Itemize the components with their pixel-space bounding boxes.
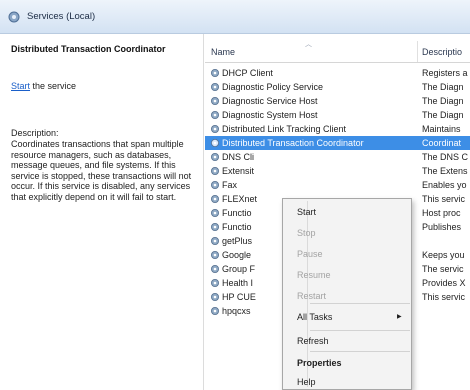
gear-icon [211, 69, 219, 77]
service-description: This servic [422, 194, 466, 204]
service-description: The Diagn [422, 110, 464, 120]
gear-icon [211, 111, 219, 119]
gear-icon [211, 223, 219, 231]
menu-item-properties[interactable]: Properties [297, 358, 342, 368]
service-row[interactable]: Distributed Transaction Coordinator Coord… [205, 136, 470, 150]
menu-item-all-tasks[interactable]: All Tasks [297, 312, 332, 322]
description-label: Description: [11, 128, 59, 138]
start-service-suffix: the service [30, 81, 77, 91]
service-row[interactable]: Extensit The Extens [205, 164, 470, 178]
service-description: Enables yo [422, 180, 467, 190]
gear-icon [211, 237, 219, 245]
gear-icon [211, 167, 219, 175]
service-name: FLEXnet [222, 194, 258, 204]
gear-icon [211, 293, 219, 301]
service-name: Diagnostic Service Host [222, 96, 318, 106]
window-titlebar: Services (Local) [0, 0, 470, 34]
service-name: hpqcxs [222, 306, 251, 316]
description-text: Coordinates transactions that span multi… [11, 139, 192, 202]
service-description: Registers a [422, 68, 468, 78]
service-name: Group F [222, 264, 256, 274]
gear-icon [211, 153, 219, 161]
menu-item-restart: Restart [297, 291, 327, 301]
menu-separator [310, 330, 410, 331]
gear-icon [8, 11, 20, 23]
gear-icon [211, 125, 219, 133]
menu-item-resume: Resume [297, 270, 331, 280]
service-row[interactable]: Fax Enables yo [205, 178, 470, 192]
service-row[interactable]: Distributed Link Tracking Client Maintain… [205, 122, 470, 136]
gear-icon [211, 307, 219, 315]
service-row[interactable]: DNS Cli The DNS C [205, 150, 470, 164]
service-name: HP CUE [222, 292, 256, 302]
service-description: The Diagn [422, 82, 464, 92]
context-menu: Start Stop Pause Resume Restart All Task… [282, 198, 412, 390]
service-description: Publishes [422, 222, 462, 232]
menu-item-start[interactable]: Start [297, 207, 316, 217]
service-name: Fax [222, 180, 238, 190]
service-name: Diagnostic System Host [222, 110, 318, 120]
service-name: Functio [222, 222, 252, 232]
gear-icon [211, 279, 219, 287]
service-description: Keeps you [422, 250, 465, 260]
menu-item-refresh[interactable]: Refresh [297, 336, 329, 346]
service-name: Health I [222, 278, 254, 288]
service-name: Google [222, 250, 252, 260]
service-row[interactable]: Diagnostic Service Host The Diagn [205, 94, 470, 108]
gear-icon [211, 251, 219, 259]
service-description: Host proc [422, 208, 461, 218]
start-service-link[interactable]: Start [11, 81, 30, 91]
menu-item-pause: Pause [297, 249, 323, 259]
menu-item-help[interactable]: Help [297, 377, 316, 387]
service-name: Functio [222, 208, 252, 218]
service-name: Extensit [222, 166, 255, 176]
service-description: Maintains [422, 124, 461, 134]
service-name: getPlus [222, 236, 253, 246]
menu-separator [310, 351, 410, 352]
list-header: ︿ Name Descriptio [205, 39, 470, 63]
gear-icon [211, 195, 219, 203]
gear-icon [211, 181, 219, 189]
service-name: DNS Cli [222, 152, 255, 162]
service-description: This servic [422, 292, 466, 302]
submenu-arrow-icon: ▶ [397, 314, 402, 320]
service-row[interactable]: Diagnostic System Host The Diagn [205, 108, 470, 122]
service-name: Distributed Transaction Coordinator [222, 138, 364, 148]
gear-icon [211, 139, 219, 147]
service-description: The Diagn [422, 96, 464, 106]
column-separator[interactable] [417, 41, 418, 62]
service-detail-pane: Distributed Transaction Coordinator Star… [0, 34, 204, 390]
service-description: The Extens [422, 166, 468, 176]
gear-icon [211, 265, 219, 273]
service-description: Coordinat [422, 138, 462, 148]
start-service-line: Start the service [11, 81, 76, 91]
gear-icon [211, 97, 219, 105]
service-heading: Distributed Transaction Coordinator [11, 44, 166, 54]
service-description: Provides X [422, 278, 466, 288]
service-description: The servic [422, 264, 464, 274]
service-name: Distributed Link Tracking Client [222, 124, 347, 134]
column-header-name[interactable]: Name [211, 47, 235, 57]
service-row[interactable]: DHCP Client Registers a [205, 66, 470, 80]
gear-icon [211, 83, 219, 91]
service-name: Diagnostic Policy Service [222, 82, 324, 92]
service-description: The DNS C [422, 152, 469, 162]
sort-indicator-icon: ︿ [305, 41, 312, 48]
gear-icon [211, 209, 219, 217]
column-header-description[interactable]: Descriptio [422, 47, 462, 57]
window-title: Services (Local) [27, 11, 96, 22]
service-row[interactable]: Diagnostic Policy Service The Diagn [205, 80, 470, 94]
menu-item-stop: Stop [297, 228, 316, 238]
service-name: DHCP Client [222, 68, 273, 78]
menu-separator [310, 303, 410, 304]
